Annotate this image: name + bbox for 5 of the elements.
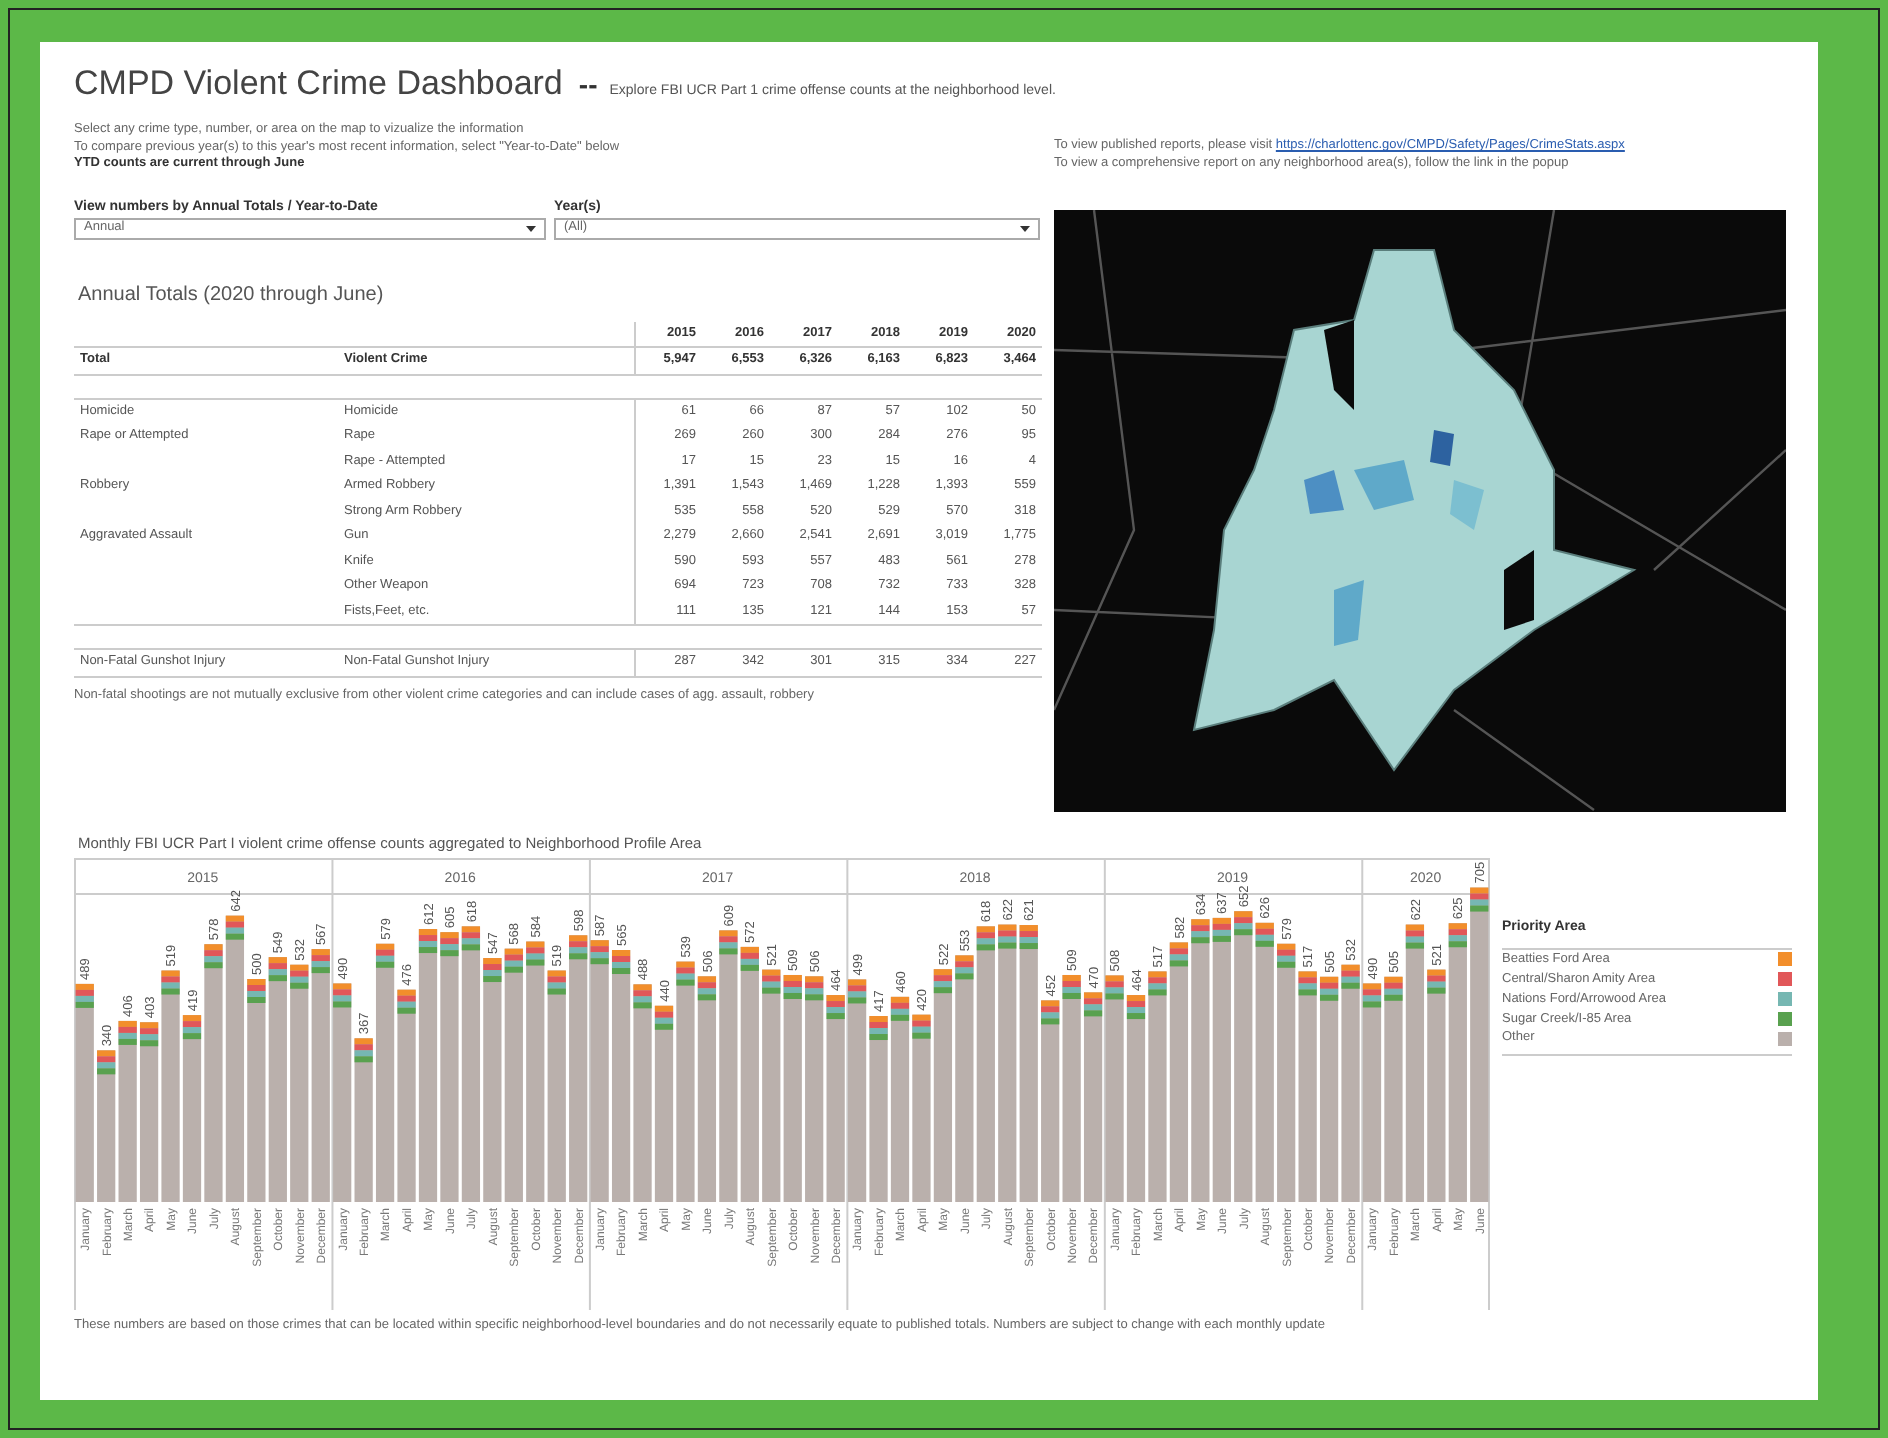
table-title: Annual Totals (2020 through June)	[78, 281, 386, 309]
caret-icon	[1020, 225, 1030, 231]
caret-icon	[526, 225, 536, 231]
separator: --	[578, 66, 598, 104]
dashboard-title: CMPD Violent Crime Dashboard	[74, 62, 563, 106]
